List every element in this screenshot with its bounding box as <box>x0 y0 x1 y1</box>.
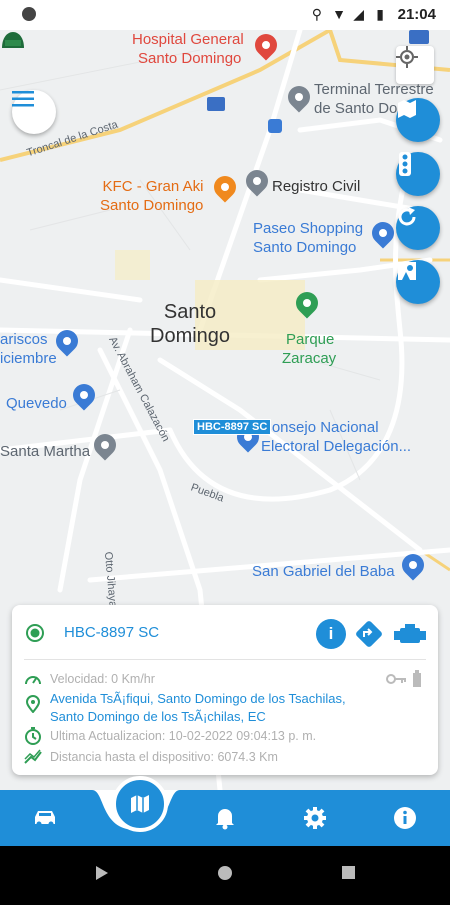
location-status-icon: ⚲ <box>311 6 322 22</box>
vehicle-info-button[interactable]: i <box>316 619 346 649</box>
poi-mariscos-line1: ariscos <box>0 331 48 348</box>
poi-kfc-line1: KFC - Gran Aki <box>102 178 204 195</box>
engine-icon <box>394 624 426 643</box>
poi-consejo-nacional[interactable]: Consejo Nacional Electoral Delegación... <box>261 418 411 456</box>
poi-parque-line1: Parque <box>286 331 335 348</box>
engine-control-button[interactable] <box>392 619 430 649</box>
map-icon <box>398 100 416 118</box>
poi-paseo-line1: Paseo Shopping <box>253 220 364 237</box>
refresh-button[interactable] <box>396 206 440 250</box>
poi-paseo-line2: Santo Domingo <box>253 239 357 256</box>
car-icon <box>35 811 55 827</box>
speed-text: Velocidad: 0 Km/hr <box>50 672 155 686</box>
battery-level-icon <box>413 670 421 687</box>
directions-icon <box>356 621 382 647</box>
poi-quevedo[interactable]: Quevedo <box>6 394 67 413</box>
nav-map-button[interactable] <box>112 776 168 832</box>
poi-registro-civil[interactable]: Registro Civil <box>272 177 360 196</box>
poi-parque-line2: Zaracay <box>282 350 337 367</box>
nav-vehicles[interactable] <box>28 802 62 834</box>
poi-hospital-line2: Santo Domingo <box>138 50 242 67</box>
system-nav-icons <box>96 866 355 880</box>
city-label: Santo Domingo <box>150 300 230 348</box>
distance-text: Distancia hasta el dispositivo: 6074.3 K… <box>50 750 278 764</box>
bottom-nav <box>0 790 450 846</box>
poi-parque-zaracay[interactable]: Parque Zaracay <box>282 330 336 368</box>
traffic-light-icon <box>399 152 411 176</box>
nav-info[interactable] <box>388 802 422 834</box>
clock: 21:04 <box>397 6 436 23</box>
wifi-icon: ▼ <box>332 6 346 22</box>
recents-icon <box>342 866 355 879</box>
signal-icon: ◢ <box>353 6 364 22</box>
info-circle-icon <box>394 807 416 829</box>
status-bar: ⚲ ▼ ◢ ▮ 21:04 <box>0 0 450 30</box>
timer-icon <box>25 727 41 745</box>
last-update-text: Ultima Actualizacion: 10-02-2022 09:04:1… <box>50 729 317 743</box>
card-divider <box>24 659 426 660</box>
speedometer-icon <box>25 676 41 685</box>
info-icon: i <box>328 624 334 643</box>
directions-button[interactable] <box>354 619 384 649</box>
map-layers-button[interactable] <box>396 98 440 142</box>
bell-icon <box>216 809 234 830</box>
poi-paseo-shopping[interactable]: Paseo Shopping Santo Domingo <box>253 219 363 257</box>
vehicle-name[interactable]: HBC-8897 SC <box>64 624 159 641</box>
my-location-button[interactable] <box>396 46 434 84</box>
poi-santa-martha[interactable]: Santa Martha <box>0 442 90 461</box>
refresh-icon <box>398 207 416 226</box>
nav-settings[interactable] <box>298 802 332 834</box>
system-nav-bar <box>0 846 450 900</box>
map-nav-icon <box>131 795 149 813</box>
traffic-button[interactable] <box>396 152 440 196</box>
vehicle-marker-label[interactable]: HBC-8897 SC <box>193 419 272 435</box>
gear-icon <box>304 807 326 829</box>
bus-stop-icon <box>268 119 282 133</box>
status-online-icon <box>26 624 44 642</box>
hamburger-icon <box>12 91 34 107</box>
poi-kfc-line2: Santo Domingo <box>100 197 204 214</box>
notification-dot-icon <box>22 7 36 21</box>
address-line1[interactable]: Avenida TsÃ¡fiqui, Santo Domingo de los … <box>50 690 346 707</box>
poi-san-gabriel[interactable]: San Gabriel del Baba <box>252 562 395 581</box>
poi-kfc[interactable]: KFC - Gran Aki Santo Domingo <box>100 177 203 215</box>
location-pin-icon <box>25 695 41 713</box>
address-line2[interactable]: Santo Domingo de los TsÃ¡chilas, EC <box>50 708 266 725</box>
back-icon <box>96 866 108 880</box>
home-icon <box>218 866 232 880</box>
vehicle-info-card: HBC-8897 SC i Velocidad: 0 Km/hr Avenida… <box>12 605 438 775</box>
crosshair-icon <box>396 46 418 68</box>
nav-alerts[interactable] <box>208 802 242 834</box>
poi-mariscos[interactable]: ariscos iciembre <box>0 330 57 368</box>
poi-consejo-line1: Consejo Nacional <box>261 419 379 436</box>
city-line2: Domingo <box>150 325 231 347</box>
battery-icon: ▮ <box>376 6 384 22</box>
distance-icon <box>24 749 42 764</box>
city-line1: Santo <box>163 301 217 323</box>
poi-mariscos-line2: iciembre <box>0 350 57 367</box>
poi-hospital[interactable]: Hospital General Santo Domingo <box>132 30 244 68</box>
vehicle-marker-icon[interactable] <box>0 30 26 50</box>
street-view-button[interactable] <box>396 260 440 304</box>
key-icon <box>386 674 406 684</box>
street-view-icon <box>398 262 416 280</box>
poi-consejo-line2: Electoral Delegación... <box>261 438 412 455</box>
menu-button[interactable] <box>12 90 56 134</box>
poi-hospital-line1: Hospital General <box>132 31 244 48</box>
